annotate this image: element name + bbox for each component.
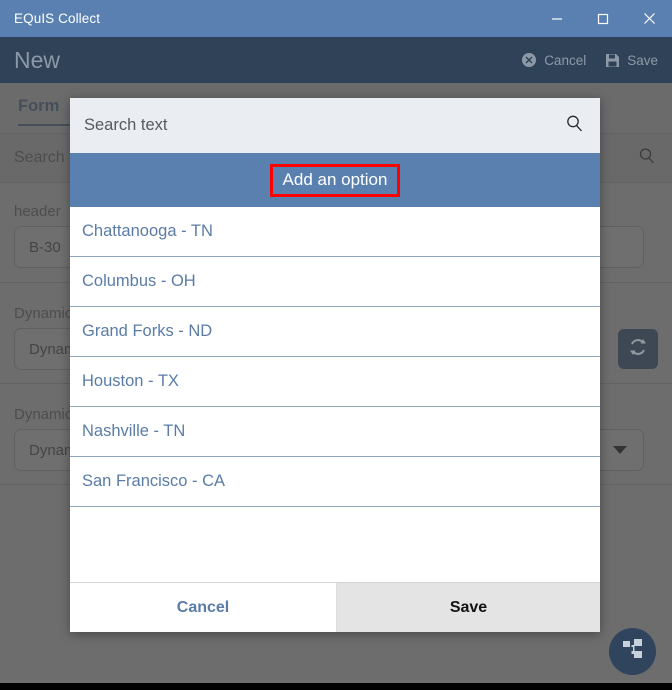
list-item[interactable]: Houston - TX	[70, 357, 600, 407]
header-actions: Cancel Save	[521, 52, 658, 68]
list-item[interactable]: Nashville - TN	[70, 407, 600, 457]
close-icon[interactable]	[626, 0, 672, 37]
background-search-label: Search	[14, 149, 65, 166]
list-item[interactable]: Columbus - OH	[70, 257, 600, 307]
page-title: New	[14, 46, 61, 73]
tab-active-underline	[18, 123, 74, 126]
window-controls	[534, 0, 672, 37]
dialog-save-button[interactable]: Save	[337, 583, 600, 632]
floppy-disk-icon	[605, 53, 620, 68]
minimize-icon[interactable]	[534, 0, 580, 37]
window-titlebar: EQuIS Collect	[0, 0, 672, 37]
tab-form-label: Form	[18, 96, 60, 115]
window-title: EQuIS Collect	[14, 11, 101, 26]
add-an-option-label: Add an option	[282, 170, 388, 189]
application-window: EQuIS Collect New Cancel Save Form Searc…	[0, 0, 672, 690]
dialog-cancel-label: Cancel	[176, 598, 230, 616]
header-save-button[interactable]: Save	[605, 53, 658, 68]
option-label: Grand Forks - ND	[82, 322, 213, 340]
field-value: B-30	[29, 238, 61, 256]
add-an-option-row[interactable]: Add an option	[70, 153, 600, 207]
search-icon[interactable]	[638, 147, 656, 170]
header-cancel-button[interactable]: Cancel	[521, 52, 586, 68]
option-label: Houston - TX	[82, 372, 179, 390]
option-label: Columbus - OH	[82, 272, 196, 290]
option-label: Chattanooga - TN	[82, 222, 213, 240]
list-item[interactable]: Grand Forks - ND	[70, 307, 600, 357]
search-icon[interactable]	[565, 114, 584, 138]
option-label: San Francisco - CA	[82, 472, 226, 490]
dialog-footer: Cancel Save	[70, 582, 600, 632]
list-item[interactable]: Chattanooga - TN	[70, 207, 600, 257]
tab-form[interactable]: Form	[18, 96, 74, 126]
maximize-icon[interactable]	[580, 0, 626, 37]
collect-logo-fab-button[interactable]	[609, 628, 656, 675]
header-save-label: Save	[627, 52, 658, 68]
list-item[interactable]: San Francisco - CA	[70, 457, 600, 507]
dialog-cancel-button[interactable]: Cancel	[70, 583, 337, 632]
dialog-search-bar	[70, 98, 600, 153]
header-cancel-label: Cancel	[544, 52, 587, 68]
dialog-save-label: Save	[449, 598, 488, 616]
chevron-down-icon[interactable]	[612, 442, 628, 459]
refresh-icon	[627, 336, 649, 363]
option-list: Chattanooga - TN Columbus - OH Grand For…	[70, 207, 600, 582]
option-label: Nashville - TN	[82, 422, 186, 440]
sync-refresh-button[interactable]	[618, 329, 658, 369]
app-header: New Cancel Save	[0, 37, 672, 83]
search-input[interactable]	[84, 116, 565, 135]
equis-logo-icon	[620, 636, 646, 667]
cancel-circle-x-icon	[521, 52, 537, 68]
add-option-dialog: Add an option Chattanooga - TN Columbus …	[70, 98, 600, 632]
